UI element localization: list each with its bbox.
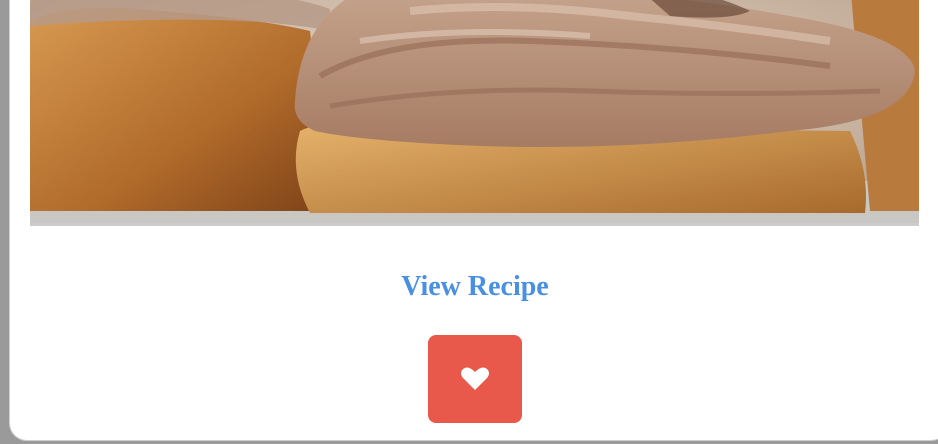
recipe-photo — [30, 0, 919, 226]
favorite-button[interactable] — [428, 335, 522, 423]
view-recipe-link[interactable]: View Recipe — [10, 271, 938, 303]
app-viewport: ·· ···· ······ ·········· — [0, 0, 938, 444]
recipe-card-modal: View Recipe — [9, 0, 938, 441]
cupcake-image — [30, 0, 919, 223]
heart-icon — [461, 367, 489, 390]
